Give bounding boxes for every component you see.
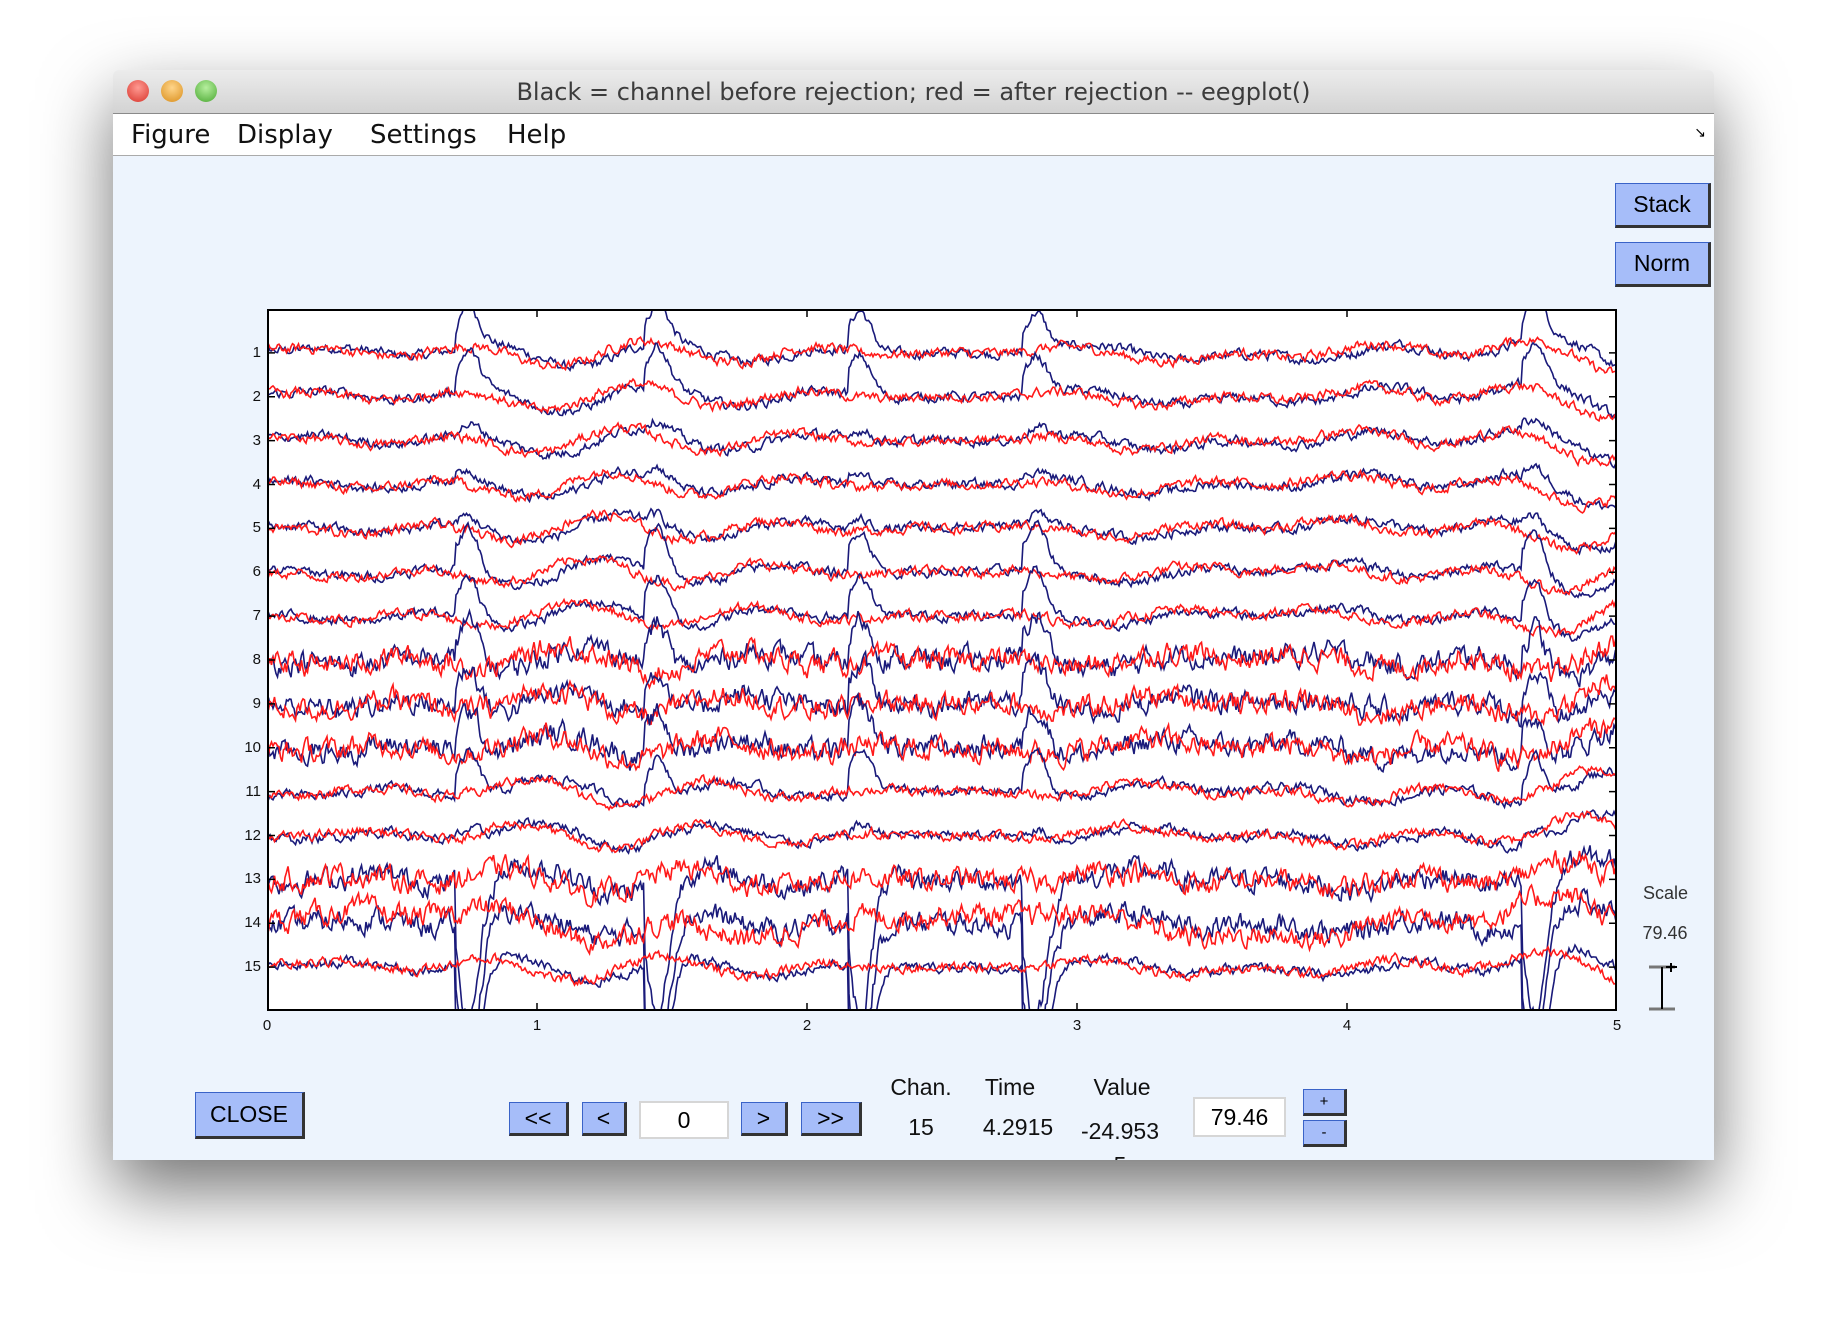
time-label-2: 2 xyxy=(802,1017,812,1034)
trace-ch4-after-rejection xyxy=(267,468,1617,514)
resize-arrow-icon[interactable]: ↘ xyxy=(1694,124,1706,141)
previous-button[interactable]: < xyxy=(582,1102,627,1136)
trace-ch2-after-rejection xyxy=(267,377,1617,423)
position-input[interactable]: 0 xyxy=(639,1101,729,1139)
scale-input[interactable]: 79.46 xyxy=(1193,1097,1286,1137)
trace-ch1-before-rejection xyxy=(267,309,1617,372)
value-label: Value xyxy=(1093,1074,1151,1100)
channel-label-1: 1 xyxy=(252,343,261,361)
window-title: Black = channel before rejection; red = … xyxy=(516,78,1311,106)
trace-ch3-after-rejection xyxy=(267,421,1617,468)
menu-figure[interactable]: Figure xyxy=(131,120,210,150)
menu-settings[interactable]: Settings xyxy=(370,120,477,150)
time-label-0: 0 xyxy=(262,1017,272,1034)
channel-label-15: 15 xyxy=(244,958,261,976)
scale-label: Scale xyxy=(1643,883,1689,903)
chan-value: 15 xyxy=(908,1114,934,1140)
channel-label-9: 9 xyxy=(252,694,261,712)
menu-help[interactable]: Help xyxy=(507,120,566,150)
chan-label: Chan. xyxy=(890,1074,952,1100)
channel-label-13: 13 xyxy=(244,870,261,888)
trace-ch9-after-rejection xyxy=(267,674,1617,727)
time-label-5: 5 xyxy=(1612,1017,1622,1034)
trace-ch14-after-rejection xyxy=(267,883,1617,957)
channel-label-2: 2 xyxy=(252,387,261,405)
channel-label-6: 6 xyxy=(252,563,261,581)
channel-label-12: 12 xyxy=(244,826,261,844)
channel-label-5: 5 xyxy=(252,519,261,537)
last-page-button[interactable]: >> xyxy=(801,1102,862,1136)
channel-label-3: 3 xyxy=(252,431,261,449)
menu-bar: Figure Display Settings Help ↘ xyxy=(113,114,1714,156)
value-value: -24.9535 xyxy=(1080,1118,1159,1160)
time-label-1: 1 xyxy=(532,1017,542,1034)
trace-ch15-after-rejection xyxy=(267,945,1617,987)
close-button[interactable]: CLOSE xyxy=(195,1092,305,1139)
scale-increase-button[interactable]: + xyxy=(1303,1089,1347,1116)
channel-label-8: 8 xyxy=(252,651,261,668)
next-button[interactable]: > xyxy=(741,1102,788,1136)
title-bar: Black = channel before rejection; red = … xyxy=(113,70,1714,114)
channel-label-7: 7 xyxy=(252,607,261,625)
first-page-button[interactable]: << xyxy=(509,1102,569,1136)
stack-button[interactable]: Stack xyxy=(1615,183,1711,228)
scale-bar-icon xyxy=(1649,963,1677,1011)
trace-ch11-after-rejection xyxy=(267,765,1617,812)
channel-label-10: 10 xyxy=(244,738,261,756)
menu-display[interactable]: Display xyxy=(237,120,333,150)
trace-ch5-after-rejection xyxy=(267,509,1617,555)
channel-label-11: 11 xyxy=(245,782,261,800)
trace-ch13-before-rejection xyxy=(267,844,1617,1011)
norm-button[interactable]: Norm xyxy=(1615,242,1711,287)
channel-label-14: 14 xyxy=(244,914,261,932)
time-label-4: 4 xyxy=(1342,1017,1352,1034)
time-value: 4.2915 xyxy=(982,1114,1054,1140)
trace-ch4-before-rejection xyxy=(267,462,1617,511)
time-label-3: 3 xyxy=(1072,1017,1082,1034)
scale-decrease-button[interactable]: - xyxy=(1303,1120,1347,1147)
scale-value: 79.46 xyxy=(1642,923,1688,943)
trace-ch15-before-rejection xyxy=(267,943,1617,1011)
eeg-plot-area[interactable] xyxy=(267,309,1617,1011)
trace-ch10-after-rejection xyxy=(267,717,1617,772)
time-label: Time xyxy=(984,1074,1036,1100)
eeg-plot xyxy=(267,309,1617,1011)
trace-ch7-after-rejection xyxy=(267,597,1617,639)
trace-ch1-after-rejection xyxy=(267,335,1617,374)
eegplot-window: Black = channel before rejection; red = … xyxy=(113,70,1714,1160)
channel-label-4: 4 xyxy=(252,475,261,493)
